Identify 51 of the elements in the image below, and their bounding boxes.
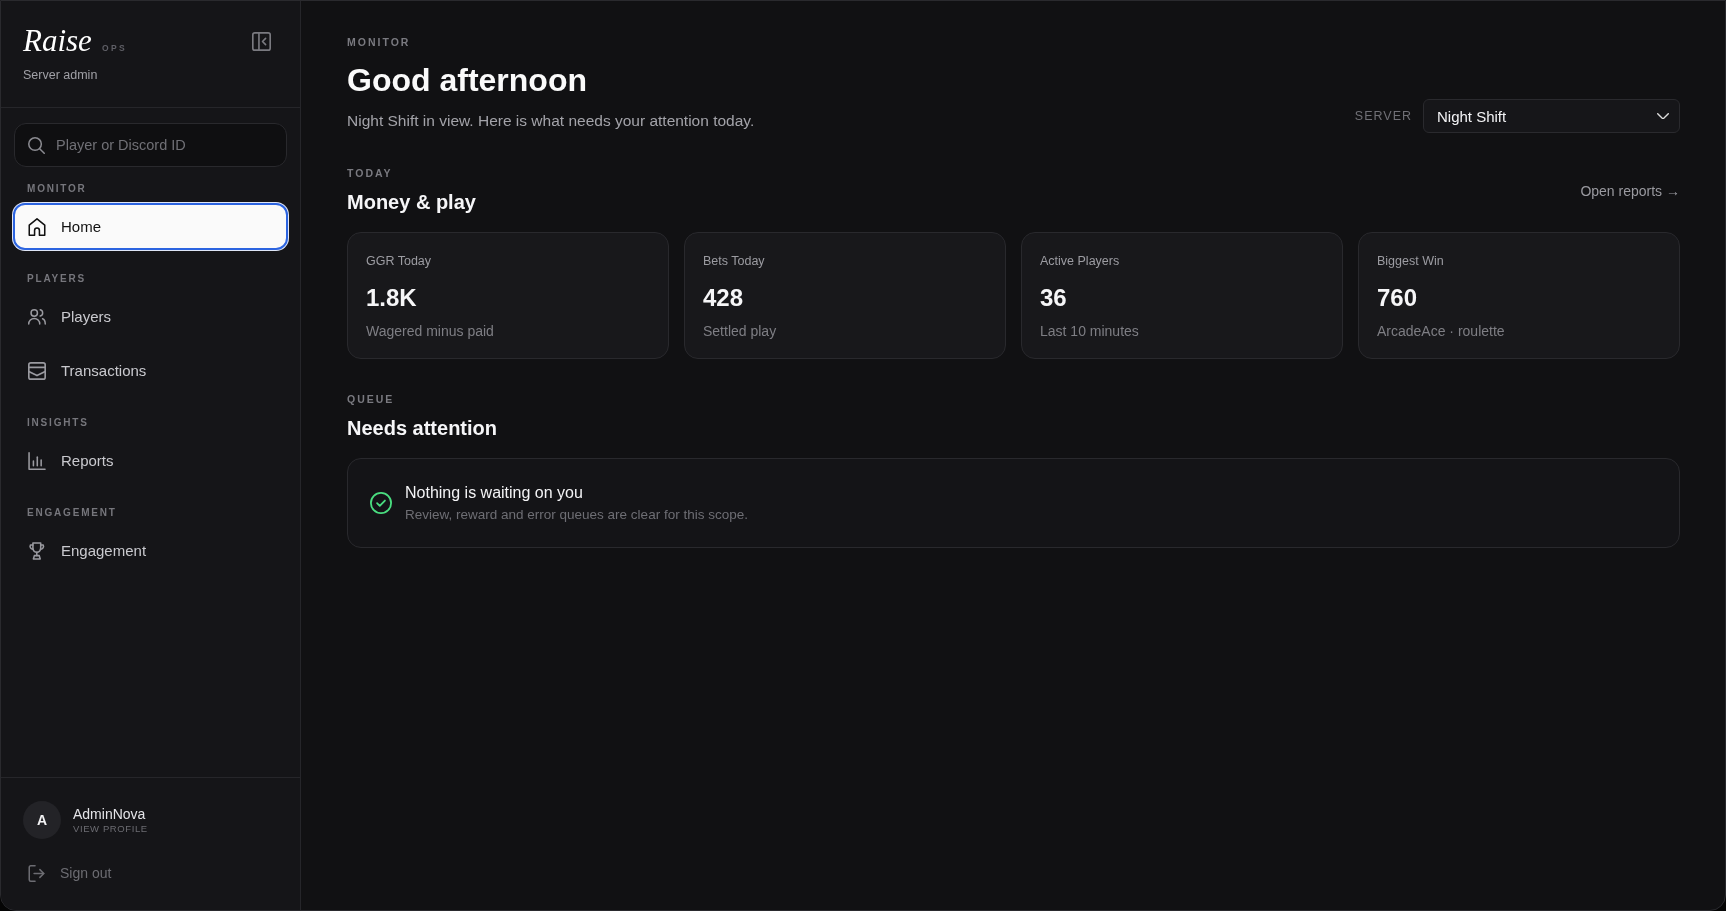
open-reports-link[interactable]: Open reports → [1580, 182, 1680, 199]
stat-value: 36 [1040, 283, 1068, 313]
stat-value: 760 [1377, 283, 1419, 313]
section-label: TODAY [347, 166, 394, 180]
stat-caption: Last 10 minutes [1040, 322, 1140, 340]
logo-tag: OPS [101, 43, 128, 53]
nav-item[interactable]: Reports [13, 437, 288, 484]
nav-section-heading: MONITOR [26, 182, 88, 196]
section-title: Needs attention [347, 416, 498, 441]
empty-state-description: Review, reward and error queues are clear for this scope. [405, 505, 748, 524]
nav-item[interactable]: Players [13, 293, 288, 340]
nav-item[interactable]: Engagement [13, 527, 288, 574]
nav-section-heading: INSIGHTS [26, 416, 90, 430]
stat-caption: Settled play [703, 322, 778, 340]
logo-wordmark: Raise [23, 24, 92, 58]
stat-label: Bets Today [703, 253, 766, 269]
section-label: QUEUE [347, 392, 396, 406]
stat-caption: Wagered minus paid [366, 322, 495, 340]
stat-label: Biggest Win [1377, 253, 1445, 269]
page-eyebrow: MONITOR [347, 35, 412, 49]
search-field[interactable]: Player or Discord ID [14, 123, 287, 167]
trophy-icon [28, 541, 46, 560]
view-profile-link[interactable]: VIEW PROFILE [73, 822, 148, 835]
sidebar-toggle-icon[interactable] [252, 32, 271, 51]
user-avatar[interactable]: A [23, 801, 61, 839]
user-name: AdminNova [73, 805, 147, 823]
sign-out-button[interactable]: Sign out [23, 863, 112, 883]
section-title: Money & play [347, 190, 476, 215]
empty-state-title: Nothing is waiting on you [405, 482, 584, 503]
nav-section-heading: ENGAGEMENT [26, 506, 118, 520]
home-icon [28, 217, 46, 236]
search-icon [28, 136, 45, 154]
nav-item[interactable]: Transactions [13, 347, 288, 394]
sign-out-icon [28, 864, 45, 882]
users-icon [28, 307, 46, 326]
stat-caption: ArcadeAce · roulette [1377, 322, 1506, 340]
stat-value: 1.8K [366, 283, 418, 313]
page-title: Good afternoon [347, 61, 588, 99]
chevron-down-icon [1657, 112, 1669, 120]
stat-label: GGR Today [366, 253, 433, 269]
page-subtitle: Night Shift in view. Here is what needs your attention today. [347, 111, 755, 131]
server-label: SERVER [1354, 109, 1412, 123]
stat-label: Active Players [1040, 253, 1121, 269]
sidebar-subtitle: Server admin [23, 67, 99, 83]
nav-item[interactable]: Home [13, 203, 288, 250]
inbox-icon [28, 361, 46, 380]
bar-chart-icon [28, 451, 46, 470]
nav-section-heading: PLAYERS [26, 272, 87, 286]
stat-value: 428 [703, 283, 745, 313]
server-select[interactable]: Night Shift [1423, 99, 1680, 133]
check-circle-icon [370, 492, 392, 514]
